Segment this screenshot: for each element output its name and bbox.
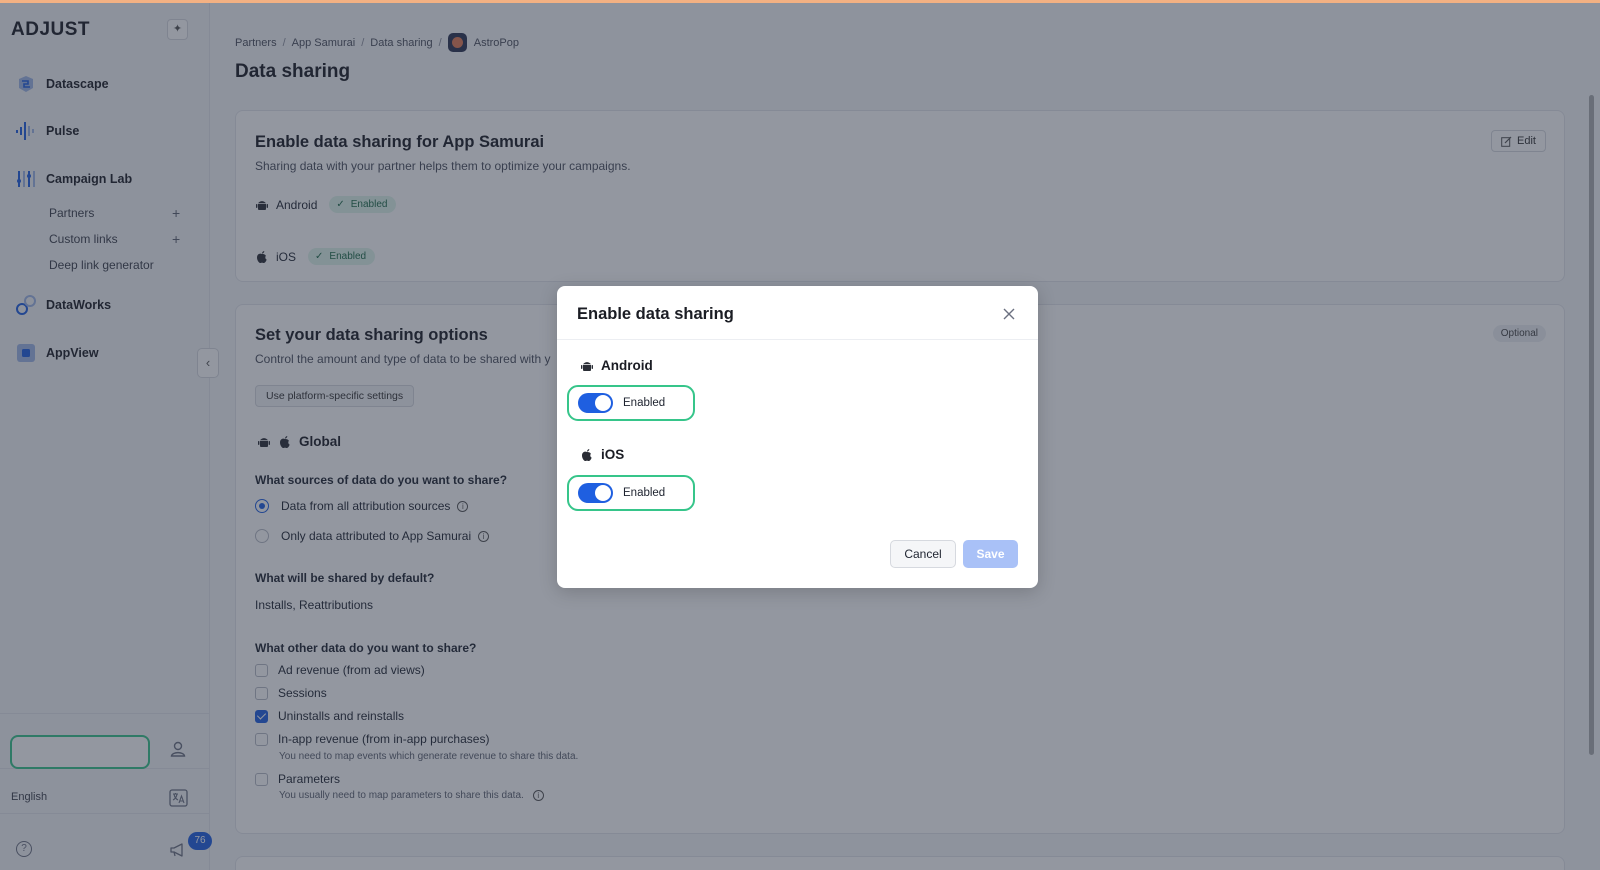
android-icon — [581, 361, 593, 371]
apple-icon — [582, 448, 592, 461]
save-button[interactable]: Save — [963, 540, 1018, 568]
ios-toggle-container[interactable]: Enabled — [567, 475, 695, 511]
modal-ios-header: iOS — [580, 447, 624, 462]
cancel-button[interactable]: Cancel — [890, 540, 956, 568]
platform-name: iOS — [601, 447, 625, 462]
android-toggle-switch[interactable] — [578, 393, 613, 413]
scrollbar[interactable] — [1589, 95, 1594, 755]
modal-header: Enable data sharing — [557, 286, 1038, 340]
enable-data-sharing-modal: Enable data sharing Android Enabled iOS … — [557, 286, 1038, 588]
ios-toggle-switch[interactable] — [578, 483, 613, 503]
platform-name: Android — [601, 358, 653, 373]
android-toggle-container[interactable]: Enabled — [567, 385, 695, 421]
toggle-label: Enabled — [623, 397, 666, 409]
close-icon[interactable] — [1001, 306, 1017, 322]
modal-title: Enable data sharing — [577, 305, 734, 323]
toggle-label: Enabled — [623, 487, 666, 499]
modal-android-header: Android — [580, 358, 653, 373]
